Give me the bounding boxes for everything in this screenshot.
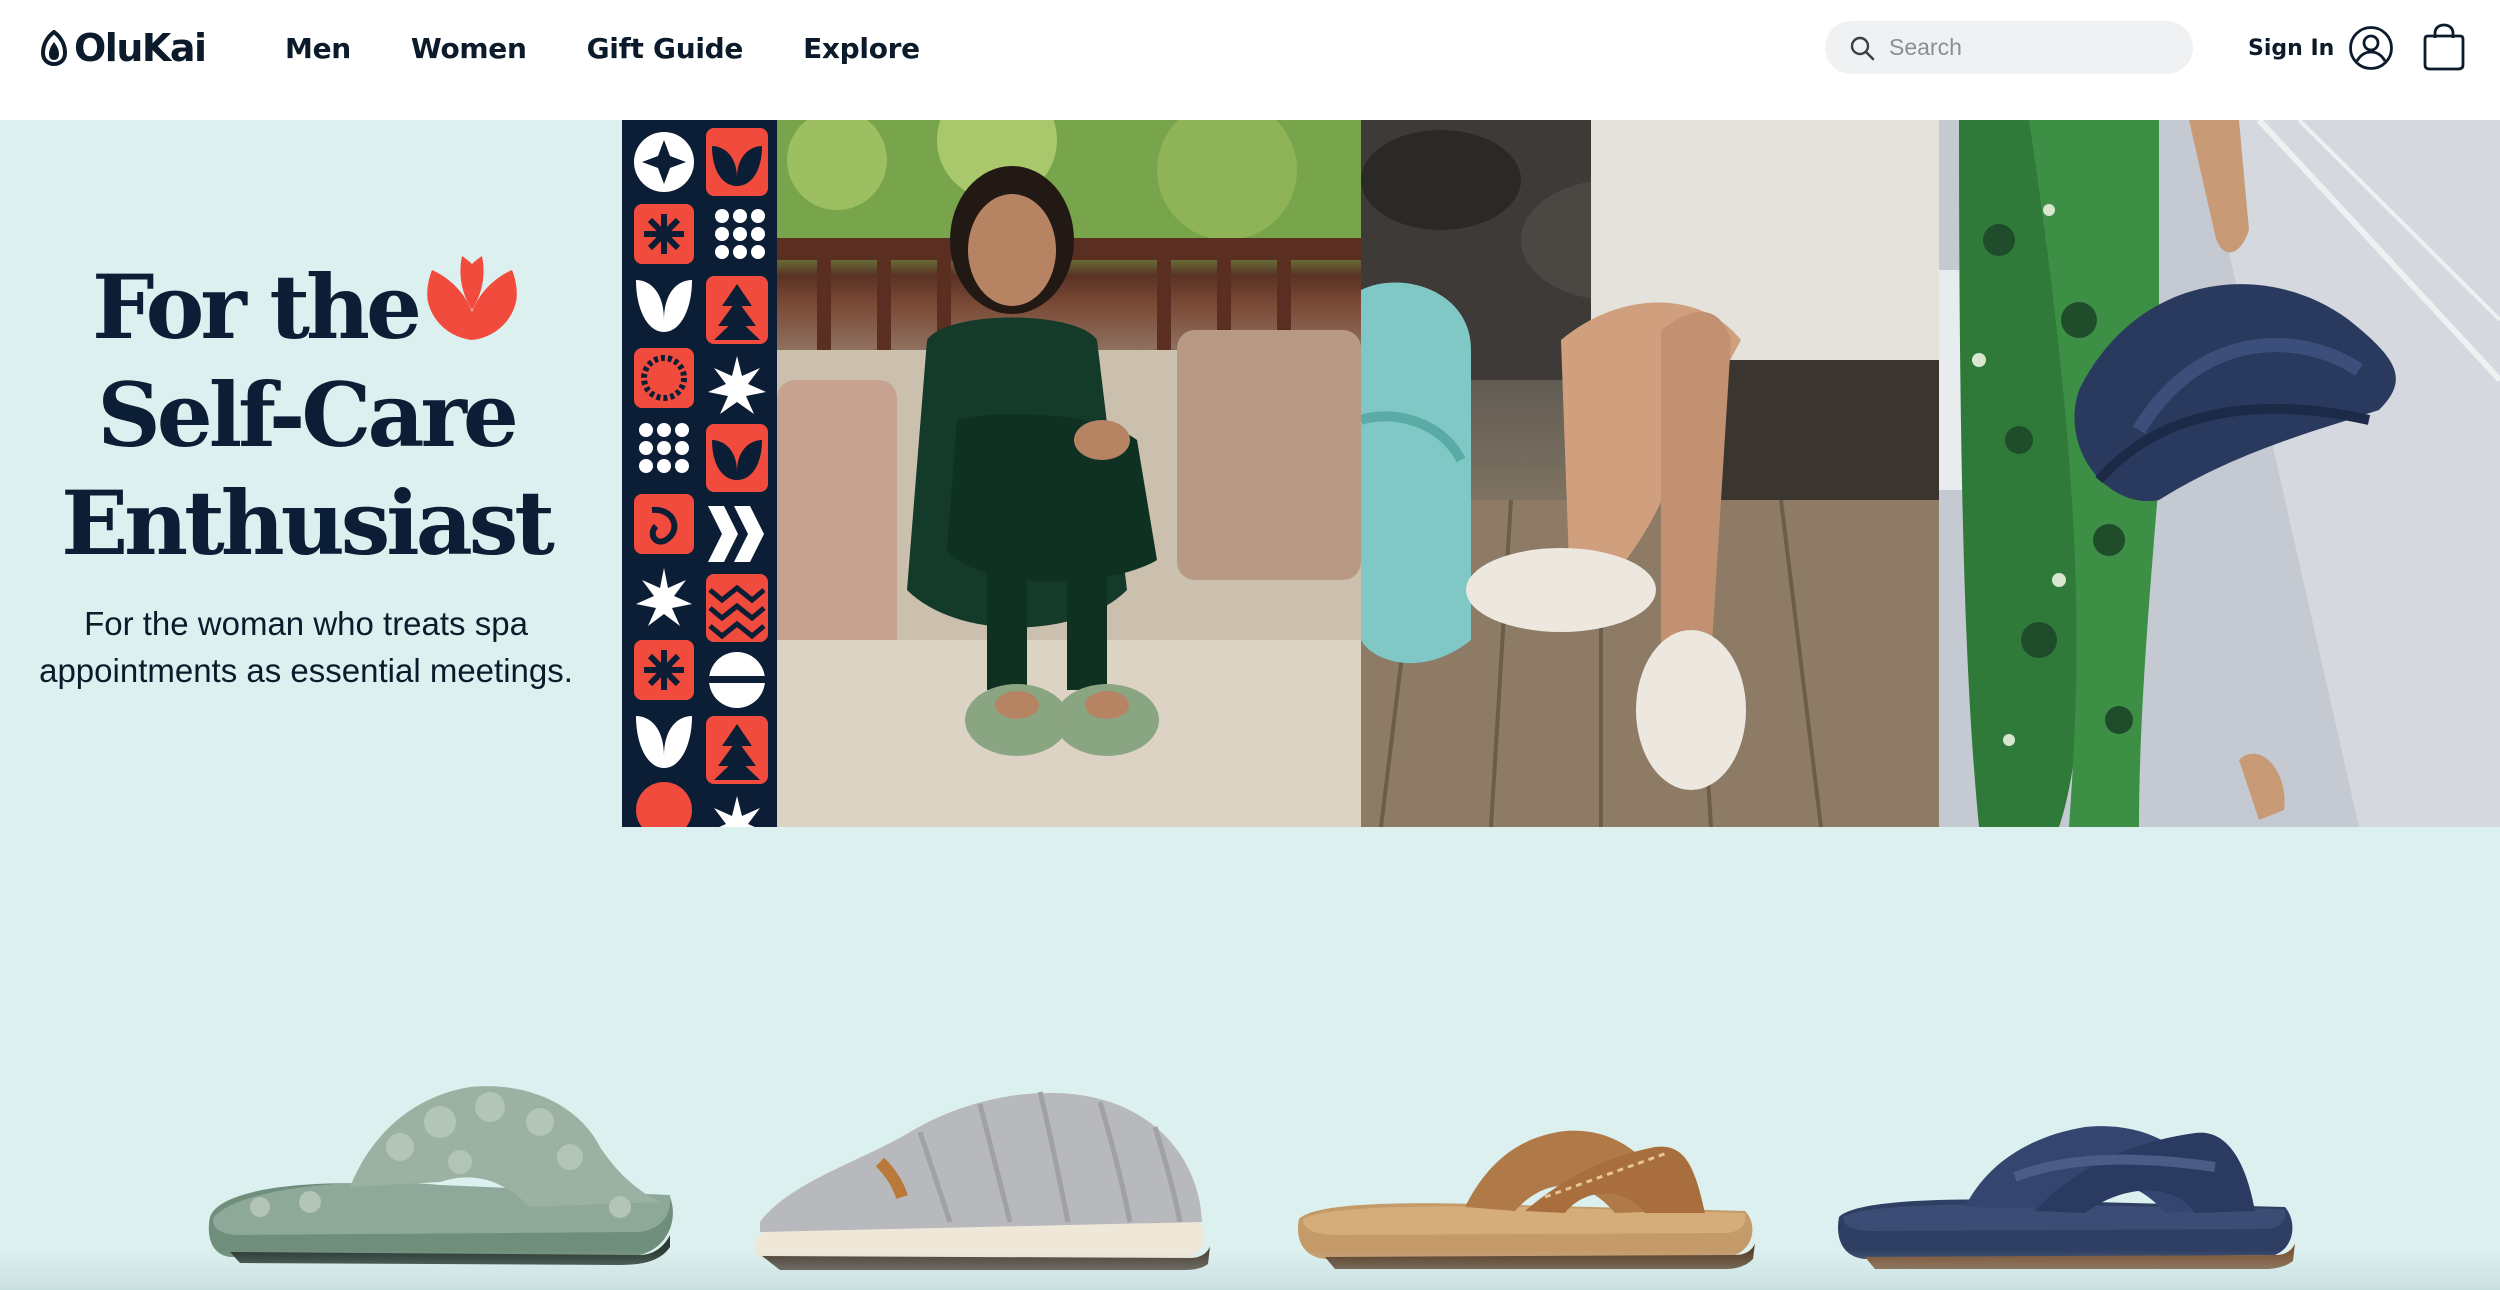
hero-title-line-1: For the	[92, 255, 422, 359]
user-icon	[2349, 26, 2394, 70]
photo-boat-illustration	[1939, 120, 2500, 827]
decorative-pattern-strip	[622, 120, 777, 827]
pattern-tiles	[634, 128, 768, 827]
sign-in-label: Sign In	[2248, 35, 2335, 61]
hero-title: For the Self-Care Enthusiast	[0, 250, 612, 577]
hero-subtitle-line-2: appointments as essential meetings.	[39, 652, 573, 689]
lifestyle-photo-couch	[777, 120, 1361, 827]
nav-item-women[interactable]: Women	[411, 32, 527, 65]
brand-name: OluKai	[74, 26, 207, 70]
product-card-grey-slipper[interactable]	[750, 1072, 1210, 1272]
main-nav: Men Women Gift Guide Explore	[285, 26, 920, 70]
search-input[interactable]	[1889, 34, 2179, 61]
hero-title-line-2: Self-Care	[97, 363, 519, 467]
sage-fuzzy-slide-slipper-image	[208, 1086, 673, 1265]
olukai-logo-icon	[40, 30, 68, 66]
sign-in-link[interactable]: Sign In	[2248, 25, 2394, 71]
photo-couch-illustration	[777, 120, 1361, 827]
hero-subtitle: For the woman who treats spa appointment…	[30, 600, 582, 694]
product-row	[0, 827, 2500, 1290]
lifestyle-photo-boat	[1939, 120, 2500, 827]
grey-shearling-slipper-image	[755, 1091, 1210, 1270]
nav-item-explore[interactable]: Explore	[803, 32, 920, 65]
navy-crossover-slide-image	[1838, 1126, 2295, 1269]
hero-subtitle-line-1: For the woman who treats spa	[84, 605, 528, 642]
nav-item-gift-guide[interactable]: Gift Guide	[587, 32, 744, 65]
photo-slippers-illustration	[1361, 120, 1939, 827]
search-icon	[1850, 36, 1875, 60]
search-box[interactable]	[1825, 21, 2193, 74]
hero-text-panel: For the Self-Care Enthusiast For the wom…	[0, 120, 622, 827]
hero-banner: For the Self-Care Enthusiast For the wom…	[0, 120, 2500, 827]
product-card-sage-slipper[interactable]	[200, 1067, 680, 1267]
shopping-bag-icon[interactable]	[2420, 22, 2468, 72]
lifestyle-photo-slippers	[1361, 120, 1939, 827]
hero-title-line-3: Enthusiast	[61, 471, 555, 575]
product-row-shadow	[0, 1250, 2500, 1290]
product-card-navy-slide[interactable]	[1835, 1117, 2295, 1272]
nav-item-men[interactable]: Men	[285, 32, 351, 65]
brand-logo[interactable]: OluKai	[40, 26, 207, 70]
site-header: OluKai Men Women Gift Guide Explore Sign…	[0, 0, 2500, 120]
red-flower-icon	[427, 256, 517, 340]
